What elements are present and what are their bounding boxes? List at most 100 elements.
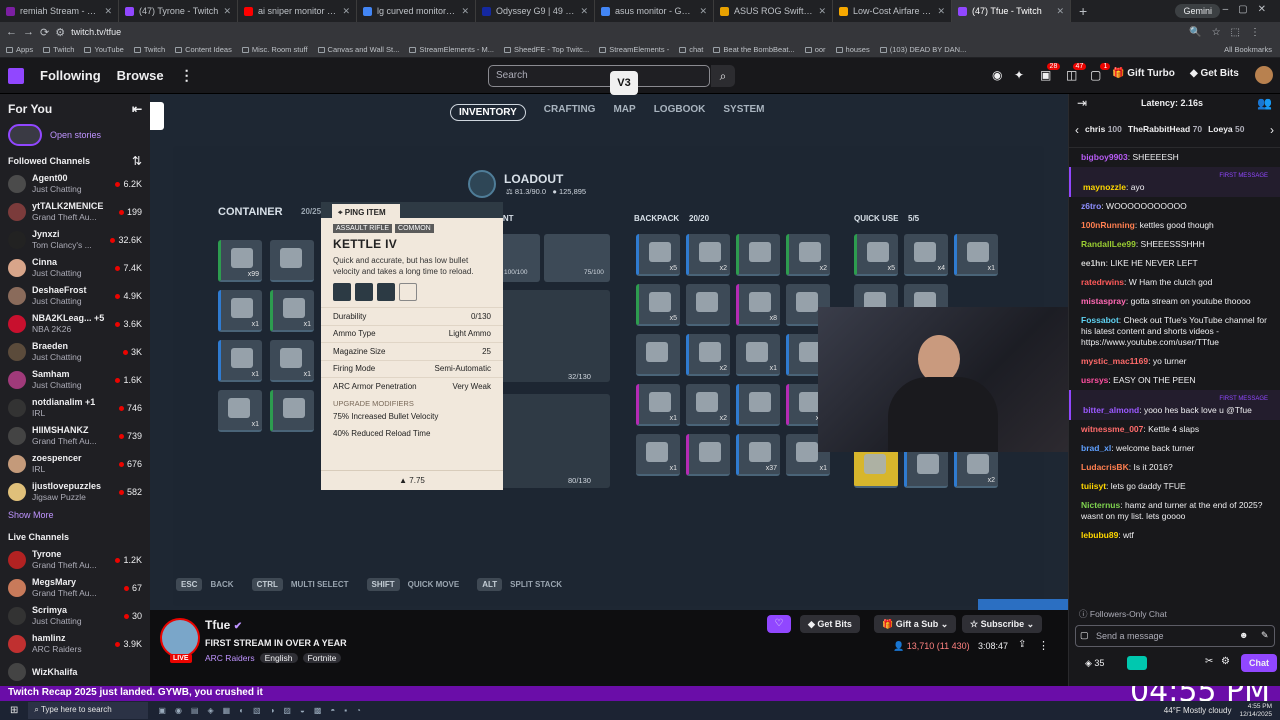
browser-tab[interactable]: Low-Cost Airfare the Way You ✕ [833,0,952,22]
chat-username[interactable]: Fossabot [1081,315,1119,325]
new-tab-button[interactable]: + [1071,3,1095,19]
inventory-slot[interactable]: x2 [686,234,730,276]
leaderboard-next-icon[interactable]: › [1270,123,1274,137]
community-icon[interactable]: 👥 [1257,96,1272,110]
inventory-slot[interactable]: x1 [270,290,314,332]
bookmark-item[interactable]: YouTube [84,45,124,54]
inventory-slot[interactable]: x2 [686,384,730,426]
crown-icon[interactable]: ◉ [992,68,1002,82]
chat-username[interactable]: RandallLee99 [1081,239,1136,249]
tab-close-icon[interactable]: ✕ [223,6,231,17]
get-bits-button[interactable]: ◆ Get Bits [1190,68,1239,79]
inventory-slot[interactable]: x5 [636,234,680,276]
browser-tab[interactable]: Odyssey G9 | 49 inch G95C DQ ✕ [476,0,595,22]
inventory-slot[interactable] [736,234,780,276]
game-tab[interactable]: LOGBOOK [654,104,706,121]
inventory-slot[interactable]: x4 [904,234,948,276]
search-input[interactable]: Search [488,65,710,87]
chat-send-button[interactable]: Chat [1241,654,1277,672]
chat-username[interactable]: bigboy9903 [1081,152,1128,162]
channel-row[interactable]: ytTALK2MENICE Grand Theft Au... 199 [0,198,150,226]
taskbar-search[interactable]: ⌕ Type here to search [28,702,149,719]
twitch-logo-icon[interactable] [8,67,24,84]
bookmark-item[interactable]: StreamElements - [599,45,669,54]
video-player[interactable]: INVENTORY CRAFTING MAP LOGBOOK SYSTEM LOADOU… [150,94,1068,610]
tab-close-icon[interactable]: ✕ [699,6,707,17]
game-tab[interactable]: INVENTORY [450,104,526,121]
gemini-button[interactable]: Gemini [1175,4,1220,18]
bookmark-item[interactable]: (103) DEAD BY DAN... [879,45,966,54]
chat-username[interactable]: lebubu89 [1081,530,1118,540]
channel-row[interactable]: hamlinz ARC Raiders 3.9K [0,630,150,658]
inventory-slot[interactable]: x5 [854,234,898,276]
bookmark-item[interactable]: Apps [6,45,33,54]
inventory-slot[interactable]: x37 [736,434,780,476]
bookmark-item[interactable]: oor [804,45,826,54]
inventory-slot[interactable]: x1 [636,434,680,476]
browse-link[interactable]: Browse [117,68,164,83]
all-bookmarks[interactable]: All Bookmarks [1224,45,1272,54]
channel-row[interactable]: MegsMary Grand Theft Au... 67 [0,574,150,602]
inventory-slot[interactable]: x5 [636,284,680,326]
channel-row[interactable]: Samham Just Chatting 1.6K [0,366,150,394]
channel-row[interactable]: NBA2KLeag... +5 NBA 2K26 3.6K [0,310,150,338]
search-icon[interactable]: ⌕ [711,65,735,87]
pinned-app-icons[interactable]: ▣◉▤◈▦◐▧◑▨◒▩◓▪◔ [158,706,369,715]
chat-username[interactable]: ratedrwins [1081,277,1124,287]
chat-tools-icon[interactable]: ✂ [1205,656,1213,667]
inventory-slot[interactable]: x8 [736,284,780,326]
chat-username[interactable]: maynozzle [1083,182,1126,192]
chat-username[interactable]: 100nRunning [1081,220,1135,230]
inventory-slot[interactable]: x2 [954,446,998,488]
browser-tab[interactable]: (47) Tyrone - Twitch ✕ [119,0,238,22]
tab-close-icon[interactable]: ✕ [937,6,945,17]
bookmark-item[interactable]: Twitch [43,45,74,54]
bookmark-item[interactable]: SheedFE - Top Twitc... [504,45,589,54]
weapon-slot-2[interactable] [498,394,610,488]
gift-turbo-button[interactable]: 🎁 Gift Turbo [1112,68,1175,79]
sort-icon[interactable]: ⇅ [132,154,142,168]
back-icon[interactable]: ← [6,26,17,38]
channel-row[interactable]: Agent00 Just Chatting 6.2K [0,170,150,198]
inventory-slot[interactable] [636,334,680,376]
url-field[interactable]: twitch.tv/tfue [71,27,121,37]
more-options-icon[interactable]: ⋮ [1038,639,1049,652]
tab-close-icon[interactable]: ✕ [1056,6,1064,17]
leaderboard-prev-icon[interactable]: ‹ [1075,123,1079,137]
chat-username[interactable]: brad_xl [1081,443,1111,453]
chat-username[interactable]: z6tro [1081,201,1101,211]
channel-row[interactable]: WizKhalifa [0,658,150,686]
channel-row[interactable]: notdianalim +1 IRL 746 [0,394,150,422]
window-controls[interactable]: –▢✕ [1223,4,1276,15]
channel-row[interactable]: HIIMSHANKZ Grand Theft Au... 739 [0,422,150,450]
tag-english[interactable]: English [259,653,298,663]
tab-close-icon[interactable]: ✕ [818,6,826,17]
inventory-slot[interactable] [904,446,948,488]
chat-username[interactable]: LudacrisBK [1081,462,1129,472]
channel-row[interactable]: Braeden Just Chatting 3K [0,338,150,366]
start-icon[interactable]: ⊞ [0,705,28,716]
channel-row[interactable]: ijustlovepuzzles Jigsaw Puzzle 582 [0,478,150,506]
user-avatar[interactable] [1255,66,1273,84]
channel-points[interactable]: ◈ 35 [1085,658,1104,669]
bookmark-item[interactable]: Misc. Room stuff [241,45,308,54]
site-info-icon[interactable]: ⚙ [55,26,65,39]
game-tab[interactable]: MAP [613,104,635,121]
share-icon[interactable]: ⇪ [1018,639,1026,650]
emote-picker-icon[interactable]: ☻ [1239,630,1248,640]
notifications-icon[interactable]: ◫ 47 [1066,63,1087,82]
chat-username[interactable]: witnessme_007 [1081,424,1143,434]
taskbar-clock[interactable]: 4:55 PM 12/14/2025 [1239,703,1272,719]
channel-row[interactable]: Cinna Just Chatting 7.4K [0,254,150,282]
channel-row[interactable]: DeshaeFrost Just Chatting 4.9K [0,282,150,310]
bookmark-item[interactable]: Content Ideas [175,45,232,54]
inventory-slot[interactable] [270,390,314,432]
inventory-slot[interactable] [686,284,730,326]
channel-row[interactable]: Scrimya Just Chatting 30 [0,602,150,630]
channel-avatar[interactable] [160,618,200,658]
subscribe-button[interactable]: ☆ Subscribe ⌄ [962,615,1043,633]
toolbar-icons[interactable]: 🔍☆⬚⋮ [1189,27,1270,38]
browser-tab[interactable]: lg curved monitor - Google Se ✕ [357,0,476,22]
chat-username[interactable]: mystic_mac1169 [1081,356,1148,366]
inventory-slot[interactable] [270,240,314,282]
